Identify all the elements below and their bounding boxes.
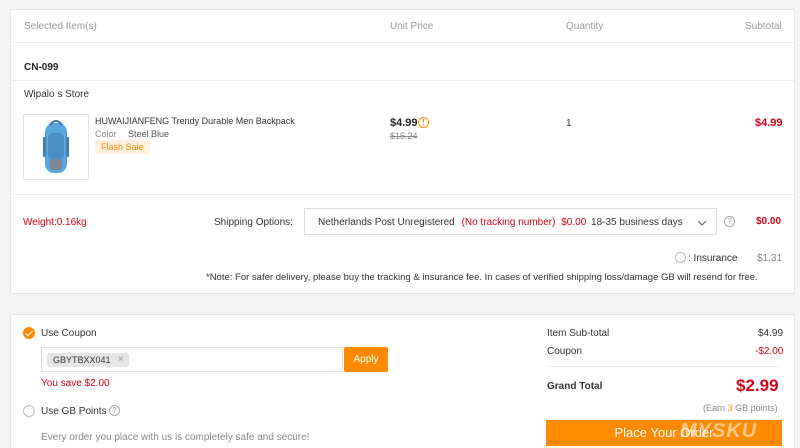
product-color-label: Color <box>95 129 117 139</box>
insurance-price: $1.31 <box>757 253 783 264</box>
coupon-savings: You save $2.00 <box>41 378 110 389</box>
header-subtotal: Subtotal <box>745 21 782 32</box>
item-subtotal: $4.99 <box>755 117 783 129</box>
grand-total-label: Grand Total <box>547 381 603 392</box>
shipping-note: *Note: For safer delivery, please buy th… <box>206 272 758 283</box>
shipping-days: 18-35 business days <box>591 217 683 228</box>
earn-points-text: (Earn 3 GB points) <box>703 403 778 413</box>
warehouse-divider <box>11 80 794 81</box>
earn-points-suffix: GB points) <box>735 403 778 413</box>
insurance-label[interactable]: : Insurance <box>688 253 737 264</box>
use-coupon-label[interactable]: Use Coupon <box>41 328 97 339</box>
product-name[interactable]: HUWAIJIANFENG Trendy Durable Men Backpac… <box>95 116 295 126</box>
shipping-method-select[interactable]: Netherlands Post Unregistered (No tracki… <box>304 208 717 235</box>
summary-coupon-value: -$2.00 <box>755 346 784 357</box>
store-name[interactable]: Wipalo s Store <box>24 89 89 100</box>
coupon-code-tag: GBYTBXX041 × <box>47 353 129 367</box>
chevron-down-icon <box>697 220 707 226</box>
use-coupon-checkbox[interactable] <box>23 327 35 339</box>
grand-total-value: $2.99 <box>736 376 779 395</box>
header-quantity: Quantity <box>566 21 604 32</box>
original-price: $15.24 <box>390 131 418 141</box>
earn-points-prefix: (Earn <box>703 403 726 413</box>
warehouse-label: CN-099 <box>24 62 59 73</box>
price-info-icon[interactable]: ! <box>418 117 429 128</box>
item-quantity: 1 <box>566 118 572 129</box>
shipping-tracking-note: (No tracking number) <box>461 217 556 228</box>
gb-points-radio[interactable] <box>23 405 35 417</box>
gb-points-help-icon[interactable]: ? <box>109 405 120 416</box>
weight-label: Weight:0.16kg <box>23 217 87 228</box>
gb-points-label[interactable]: Use GB Points <box>41 406 107 417</box>
summary-subtotal-value: $4.99 <box>758 328 784 339</box>
shipping-options-label: Shipping Options: <box>214 217 293 228</box>
flash-sale-badge: Flash Sale <box>95 140 150 154</box>
shipping-method-name: Netherlands Post Unregistered <box>318 217 455 228</box>
header-unit-price: Unit Price <box>390 21 434 32</box>
product-color-value: Steel Blue <box>128 129 170 139</box>
apply-coupon-button[interactable]: Apply <box>344 347 388 372</box>
safe-secure-text: Every order you place with us is complet… <box>41 432 310 443</box>
summary-coupon-label: Coupon <box>547 346 583 357</box>
header-selected-items: Selected Item(s) <box>24 21 97 32</box>
insurance-radio[interactable] <box>675 252 686 263</box>
shipping-cost: $0.00 <box>561 217 587 228</box>
shipping-help-icon[interactable]: ? <box>724 216 735 227</box>
coupon-input[interactable]: GBYTBXX041 × <box>41 347 343 372</box>
header-divider <box>11 42 794 43</box>
summary-divider <box>547 366 782 367</box>
item-divider <box>11 194 794 195</box>
summary-subtotal-label: Item Sub-total <box>547 328 610 339</box>
earn-points-number: 3 <box>727 403 733 413</box>
shipping-total: $0.00 <box>756 216 782 227</box>
coupon-code: GBYTBXX041 <box>53 355 111 365</box>
product-thumbnail[interactable] <box>23 114 89 180</box>
backpack-icon <box>43 120 69 173</box>
watermark-logo: MYSKU <box>680 420 758 442</box>
unit-price: $4.99 <box>390 117 418 129</box>
close-icon[interactable]: × <box>118 353 124 367</box>
